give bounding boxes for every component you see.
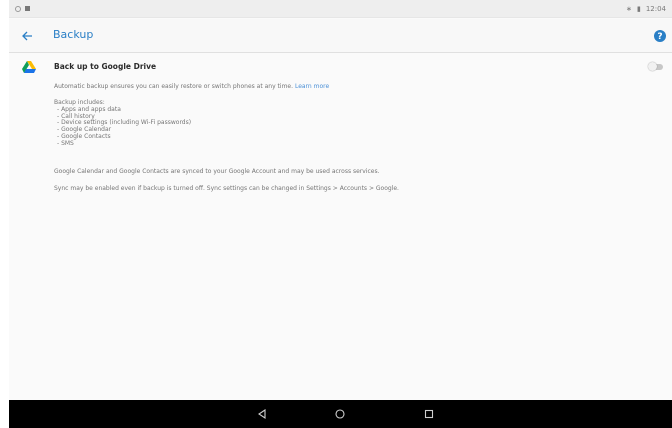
battery-icon: ▮ (636, 4, 641, 13)
recents-square-icon[interactable] (422, 407, 436, 421)
back-triangle-icon[interactable] (255, 407, 269, 421)
page-title: Backup (53, 28, 94, 41)
image-icon (25, 6, 30, 11)
backup-description: Automatic backup ensures you can easily … (54, 83, 329, 91)
description-text: Automatic backup ensures you can easily … (54, 83, 294, 90)
backup-toggle-switch[interactable] (648, 61, 665, 73)
clock: 12:04 (645, 4, 666, 13)
navigation-bar (9, 400, 672, 428)
backup-settings: Back up to Google Drive Automatic backup… (9, 54, 672, 400)
sync-note: Google Calendar and Google Contacts are … (54, 168, 380, 175)
help-icon[interactable]: ? (652, 28, 668, 44)
notification-icon (15, 5, 21, 12)
toggle-thumb (648, 62, 657, 71)
google-drive-icon (22, 61, 36, 73)
bluetooth-icon: ∗ (626, 4, 632, 13)
backup-toggle-label[interactable]: Back up to Google Drive (54, 62, 156, 71)
backup-includes-list: Backup includes: - Apps and apps data - … (54, 99, 191, 148)
learn-more-link[interactable]: Learn more (295, 83, 329, 90)
app-bar: Backup ? (9, 19, 672, 53)
home-circle-icon[interactable] (333, 407, 347, 421)
status-bar: ∗ ▮ 12:04 (9, 0, 672, 18)
arrow-back-icon[interactable] (18, 27, 36, 45)
list-item: - SMS (57, 139, 74, 147)
svg-text:?: ? (657, 32, 662, 42)
sync-settings-note: Sync may be enabled even if backup is tu… (54, 185, 399, 192)
list-item: - Google Contacts (57, 132, 111, 140)
screen-edge (0, 0, 9, 428)
